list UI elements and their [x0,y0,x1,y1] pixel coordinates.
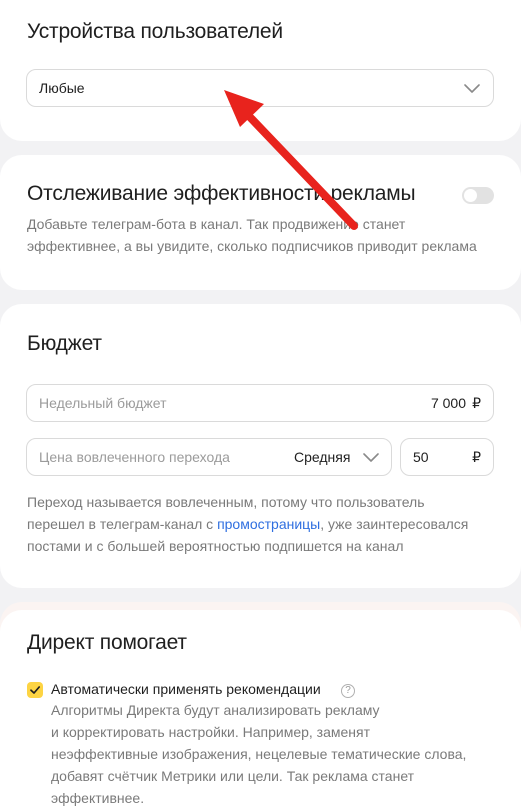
checkmark-icon [30,686,41,694]
tracking-desc-line: эффективнее, а вы увидите, сколько подпи… [27,238,477,254]
tracking-description: Добавьте телеграм-бота в канал. Так прод… [27,213,477,257]
auto-recommendations-checkbox[interactable] [27,682,43,698]
devices-select-value: Любые [39,80,85,96]
budget-note-text: перешел в телеграм-канал с [27,516,218,532]
currency-icon: ₽ [472,395,481,411]
promo-page-link[interactable]: промостраницы [217,516,320,532]
tracking-title: Отслеживание эффективности рекламы [27,182,416,205]
cpc-mode-value: Средняя [294,449,351,465]
tracking-toggle[interactable] [462,187,494,204]
toggle-knob [464,189,477,202]
direct-desc-line: эффективнее. [51,790,145,806]
cpc-value: 50 [413,449,429,465]
cpc-value-field[interactable]: 50 ₽ [400,438,494,476]
cpc-mode-select[interactable]: Цена вовлеченного перехода Средняя [26,438,392,476]
weekly-budget-value: 7 000 [430,395,466,411]
auto-recommendations-label[interactable]: Автоматически применять рекомендации [51,681,321,697]
weekly-budget-field[interactable]: Недельный бюджет 7 000 ₽ [26,384,494,422]
devices-select[interactable]: Любые [26,69,494,107]
chevron-down-icon [464,84,480,93]
weekly-budget-placeholder: Недельный бюджет [39,395,167,411]
budget-note: Переход называется вовлеченным, потому ч… [27,491,468,557]
budget-note-line: перешел в телеграм-канал с промостраницы… [27,513,468,535]
help-icon[interactable]: ? [341,684,355,698]
direct-title: Директ помогает [27,631,187,654]
budget-note-line: постами и с большей вероятностью подпише… [27,538,404,554]
cpc-placeholder: Цена вовлеченного перехода [39,449,230,465]
direct-desc-line: добавят счётчик Метрики или цели. Так ре… [51,768,415,784]
budget-note-text: , уже заинтересовался [320,516,469,532]
budget-title: Бюджет [27,332,102,355]
direct-desc-line: и корректировать настройки. Например, за… [51,724,371,740]
budget-note-line: Переход называется вовлеченным, потому ч… [27,494,425,510]
direct-description: Алгоритмы Директа будут анализировать ре… [51,699,466,809]
direct-desc-line: Алгоритмы Директа будут анализировать ре… [51,702,380,718]
currency-icon: ₽ [472,449,481,465]
direct-desc-line: неэффективные изображения, нецелевые тем… [51,746,467,762]
chevron-down-icon [363,453,379,462]
tracking-desc-line: Добавьте телеграм-бота в канал. Так прод… [27,216,406,232]
devices-title: Устройства пользователей [27,20,283,43]
devices-card: Устройства пользователей Любые [0,0,521,141]
